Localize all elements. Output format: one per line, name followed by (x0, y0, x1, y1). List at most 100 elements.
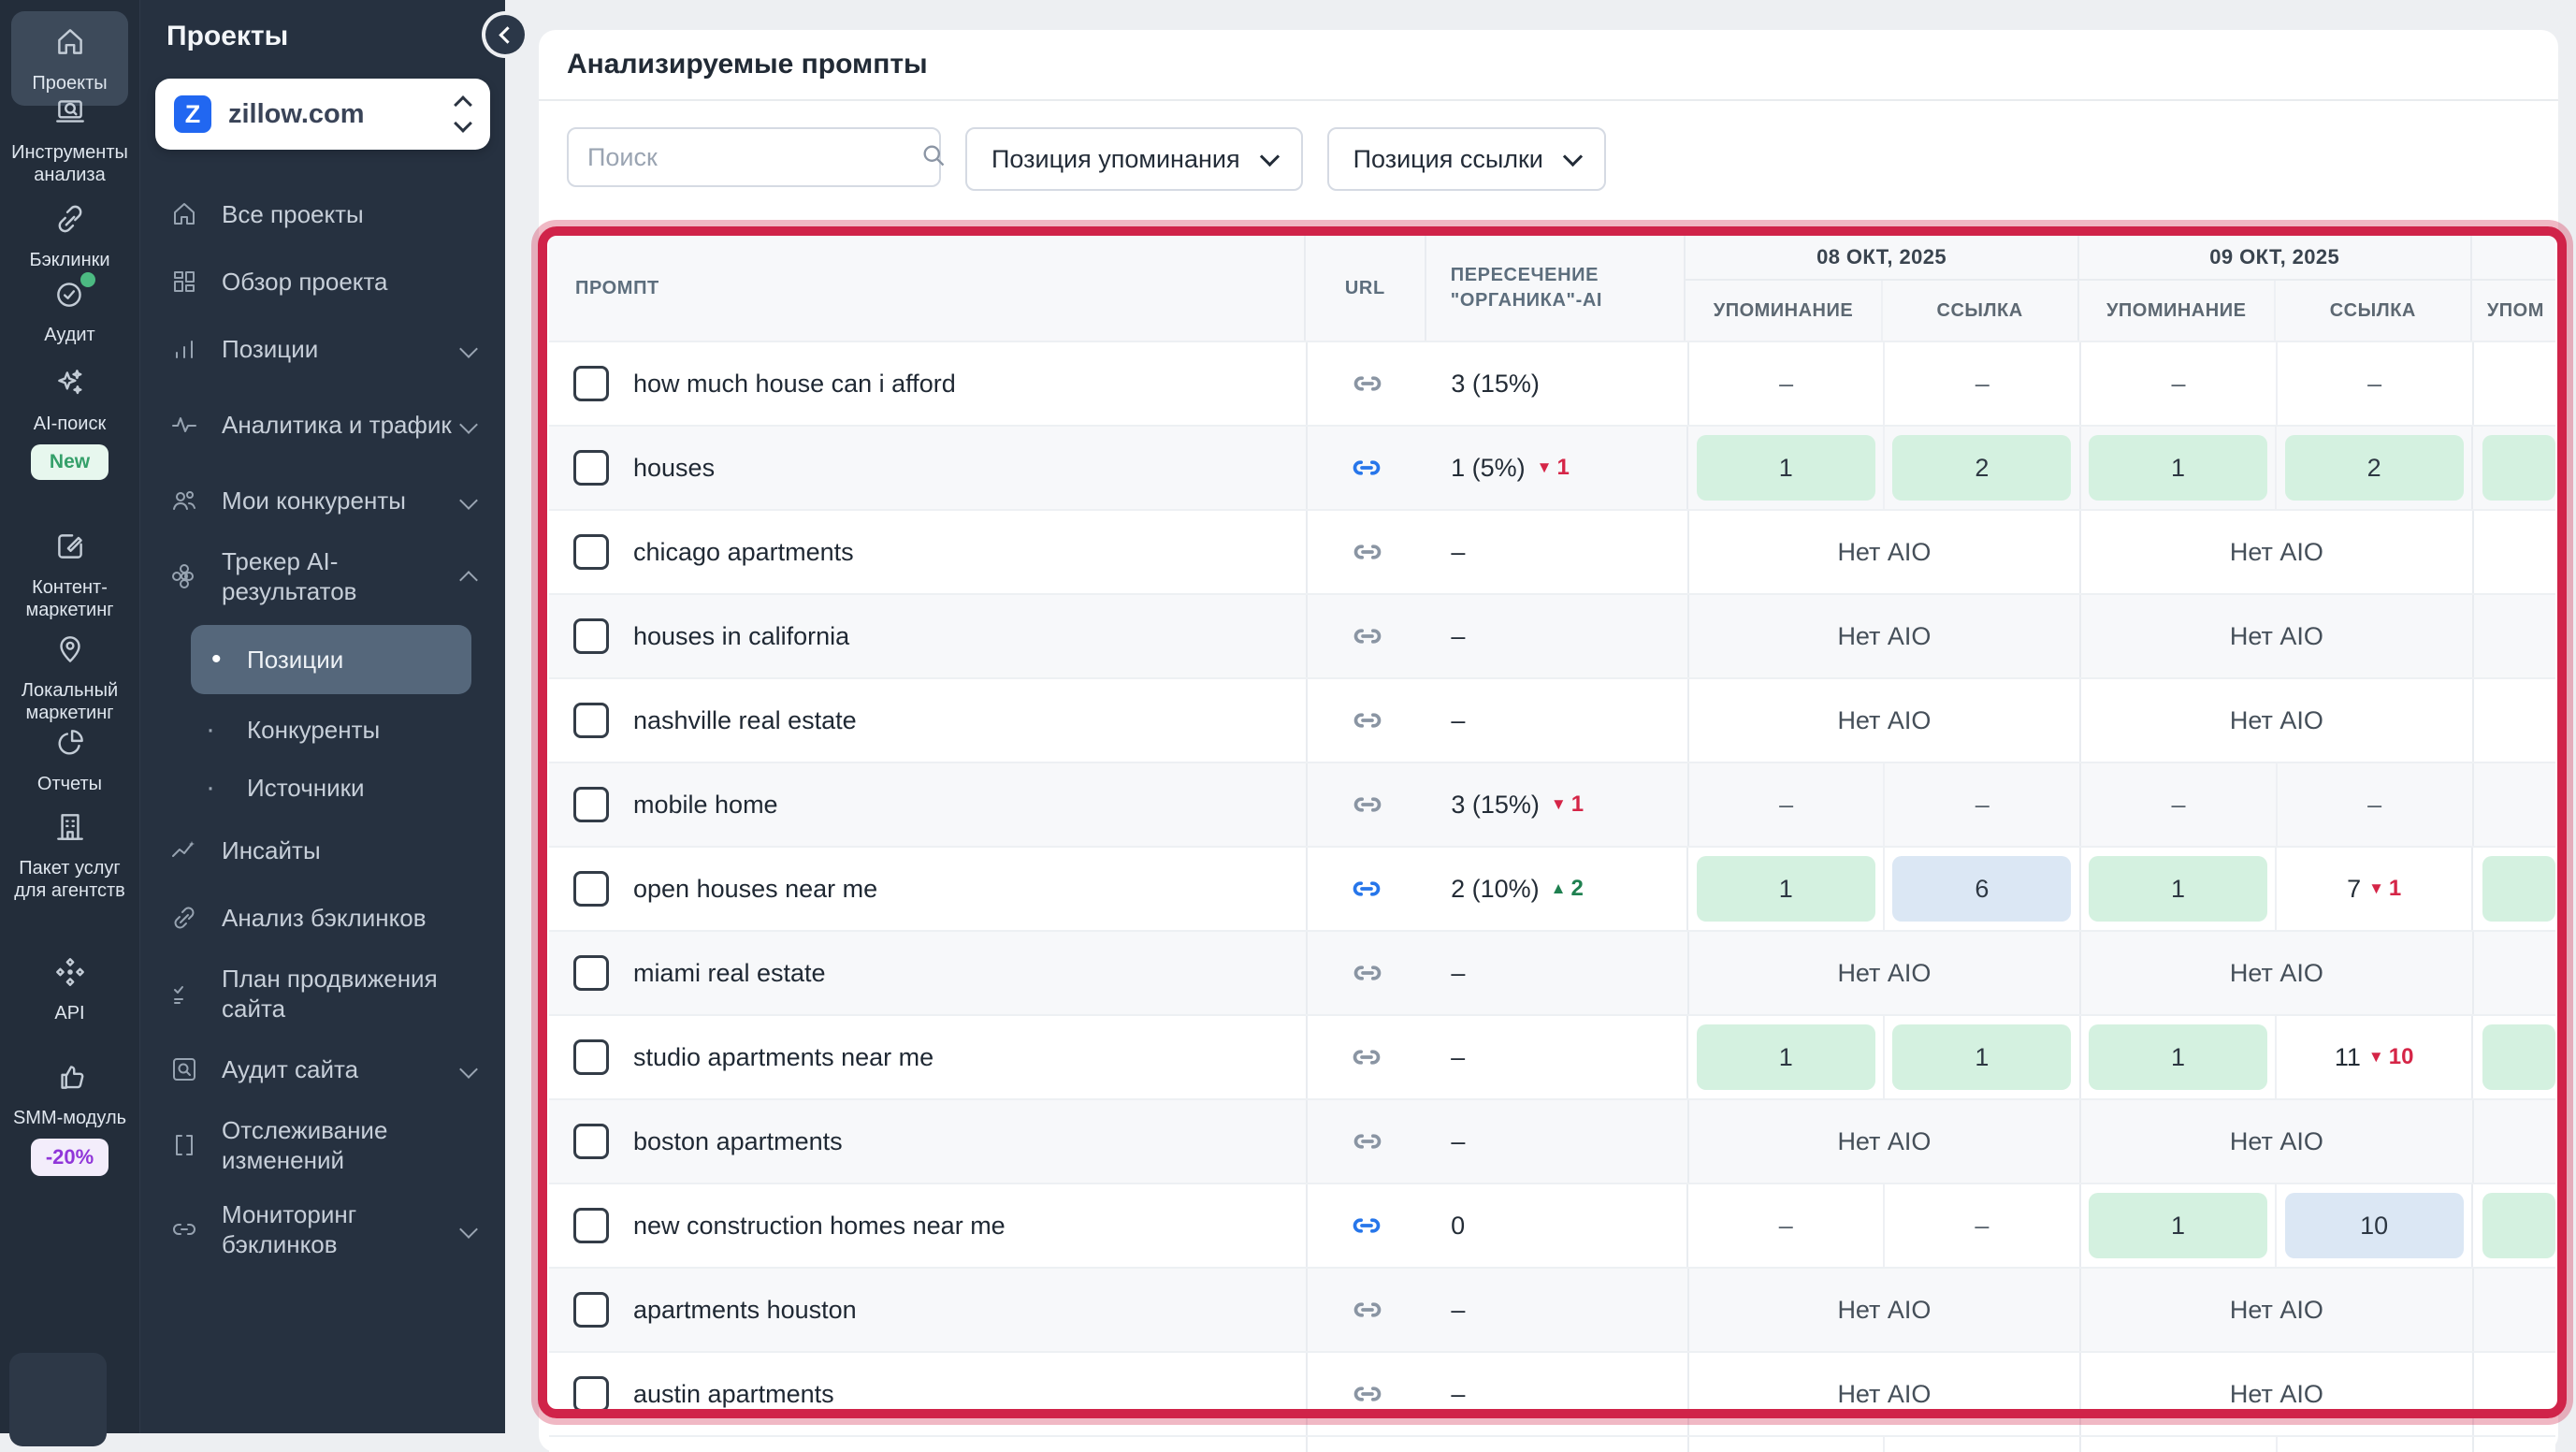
table-row: nashville real estate – Нет AIO Нет AIO (549, 677, 2555, 762)
sidebar-item-аудит-сайта[interactable]: Аудит сайта (140, 1042, 505, 1096)
sidebar-item-label: Мои конкуренты (222, 486, 406, 515)
partial-column-cell (2471, 763, 2555, 846)
sidebar-item-конкуренты[interactable]: · Конкуренты (140, 707, 505, 752)
backlinks-icon (52, 201, 88, 241)
bullet-icon: · (206, 714, 215, 745)
url-link-icon[interactable] (1348, 1207, 1385, 1244)
row-checkbox[interactable] (573, 787, 609, 822)
overview-icon (169, 267, 201, 297)
sidebar-item-мониторинг-бэклинков[interactable]: Мониторинг бэклинков (140, 1194, 505, 1265)
rail-item-label: Инструменты анализа (11, 142, 128, 185)
url-link-icon[interactable] (1349, 954, 1386, 992)
header-mention: УПОМИНАНИЕ (2106, 299, 2247, 321)
rail-item-analysis-tools-icon[interactable]: Инструменты анализа (0, 94, 139, 186)
url-link-icon[interactable] (1349, 786, 1386, 823)
mention-position-filter[interactable]: Позиция упоминания (965, 127, 1303, 191)
url-link-icon[interactable] (1349, 365, 1386, 402)
url-link-icon[interactable] (1349, 1291, 1386, 1329)
date-label: 09 ОКТ, 2025 (2078, 236, 2470, 281)
rail-item-content-marketing-icon[interactable]: Контент-маркетинг (0, 529, 139, 621)
no-aio-cell: Нет AIO (1686, 679, 2079, 762)
url-link-icon[interactable] (1348, 449, 1385, 486)
sidebar-item-позиции[interactable]: Позиции (140, 322, 505, 376)
rail-item-label: Аудит (44, 325, 95, 345)
url-link-icon[interactable] (1349, 533, 1386, 571)
sidebar-item-мои-конкуренты[interactable]: Мои конкуренты (140, 473, 505, 528)
audit-icon (52, 272, 95, 316)
header-mention: УПОМИНАНИЕ (1713, 299, 1854, 321)
sidebar-item-позиции[interactable]: • Позиции (191, 625, 471, 694)
ai-search-icon (52, 365, 88, 405)
sidebar-collapse-button[interactable] (485, 15, 525, 54)
row-checkbox[interactable] (573, 955, 609, 991)
url-link-icon[interactable] (1349, 1123, 1386, 1160)
url-link-icon[interactable] (1348, 1038, 1385, 1076)
sidebar-item-label: Отслеживание изменений (222, 1116, 388, 1174)
sidebar-item-источники[interactable]: · Источники (140, 765, 505, 810)
table-row: boston apartments – Нет AIO Нет AIO (549, 1098, 2555, 1183)
date-label: 08 ОКТ, 2025 (1686, 236, 2077, 281)
row-checkbox[interactable] (573, 534, 609, 570)
rail-item-smm-icon[interactable]: SMM-модуль -20% (0, 1059, 139, 1176)
row-checkbox[interactable] (573, 366, 609, 401)
rail-item-backlinks-icon[interactable]: Бэклинки (0, 201, 139, 271)
row-checkbox[interactable] (573, 703, 609, 738)
intersection-cell: 0 (1451, 1211, 1466, 1240)
row-checkbox[interactable] (573, 1208, 609, 1243)
chevron-down-icon (459, 491, 478, 510)
intersection-cell: – (1451, 1042, 1466, 1071)
mention-cell: – (1778, 1211, 1793, 1240)
rail-item-local-marketing-icon[interactable]: Локальный маркетинг (0, 632, 139, 724)
row-checkbox[interactable] (573, 450, 609, 486)
row-checkbox[interactable] (573, 1376, 609, 1412)
row-checkbox[interactable] (573, 1039, 609, 1075)
table-row: mobile home 3 (15%) ▼ 1 – – – – (549, 762, 2555, 846)
position-badge: 1 (2089, 856, 2268, 922)
rail-item-reports-icon[interactable]: Отчеты (0, 725, 139, 795)
rail-item-api-icon[interactable]: API (0, 954, 139, 1024)
url-link-icon[interactable] (1349, 1375, 1386, 1413)
sidebar-item-обзор-проекта[interactable]: Обзор проекта (140, 254, 505, 309)
link-position-filter[interactable]: Позиция ссылки (1326, 127, 1606, 191)
new-badge: New (30, 444, 109, 480)
sidebar-item-анализ-бэклинков[interactable]: Анализ бэклинков (140, 891, 505, 945)
mention-cell: – (1779, 790, 1794, 819)
sidebar-title: Проекты (166, 21, 289, 51)
sidebar-item-план-продвижения-сайта[interactable]: План продвижения сайта (140, 958, 505, 1029)
sidebar-item-все-проекты[interactable]: Все проекты (140, 187, 505, 241)
prompt-text: open houses near me (633, 874, 878, 903)
partial-column-cell (2471, 511, 2555, 593)
rail-item-home-icon[interactable]: Проекты (11, 11, 128, 106)
delta-down: ▼ 1 (2368, 876, 2402, 901)
header-link: ССЫЛКА (2273, 281, 2470, 341)
bullet-icon: • (211, 644, 222, 675)
position-badge: 6 (1892, 856, 2072, 922)
row-checkbox[interactable] (573, 1124, 609, 1159)
site-audit-icon (169, 1054, 201, 1084)
row-checkbox[interactable] (573, 871, 609, 907)
url-link-icon[interactable] (1349, 617, 1386, 655)
url-link-icon[interactable] (1349, 702, 1386, 739)
search-input[interactable] (586, 141, 920, 173)
search-box[interactable] (567, 127, 945, 187)
rail-item-agency-pack-icon[interactable]: Пакет услуг для агентств (0, 809, 139, 902)
row-checkbox[interactable] (573, 1292, 609, 1328)
sidebar-item-инсайты[interactable]: Инсайты (140, 823, 505, 878)
zillow-logo-icon: Z (174, 95, 211, 133)
project-selector[interactable]: Z zillow.com (155, 79, 490, 150)
mention-cell: – (2171, 369, 2186, 398)
rail-item-ai-search-icon[interactable]: AI-поиск New (0, 365, 139, 480)
url-link-icon[interactable] (1348, 870, 1385, 908)
main-area: Анализируемые промпты Позиция упоминания… (505, 0, 2576, 1452)
no-aio-cell: Нет AIO (2079, 1269, 2471, 1351)
row-checkbox[interactable] (573, 618, 609, 654)
discount-badge: -20% (30, 1139, 109, 1176)
sidebar-item-аналитика-и-трафик[interactable]: Аналитика и трафик (140, 389, 505, 460)
ai-tracker-icon (169, 561, 201, 591)
rail-item-audit-icon[interactable]: Аудит (0, 272, 139, 346)
rail-item-label: Отчеты (36, 774, 103, 794)
competitors-icon (169, 486, 201, 515)
sidebar-item-трекер-ai-результатов[interactable]: Трекер AI-результатов (140, 541, 505, 612)
sidebar-item-отслеживание-изменений[interactable]: Отслеживание изменений (140, 1110, 505, 1181)
table-row: open houses near me 2 (10%) ▲ 2 1 6 1 7 ▼ 1 (549, 846, 2555, 930)
